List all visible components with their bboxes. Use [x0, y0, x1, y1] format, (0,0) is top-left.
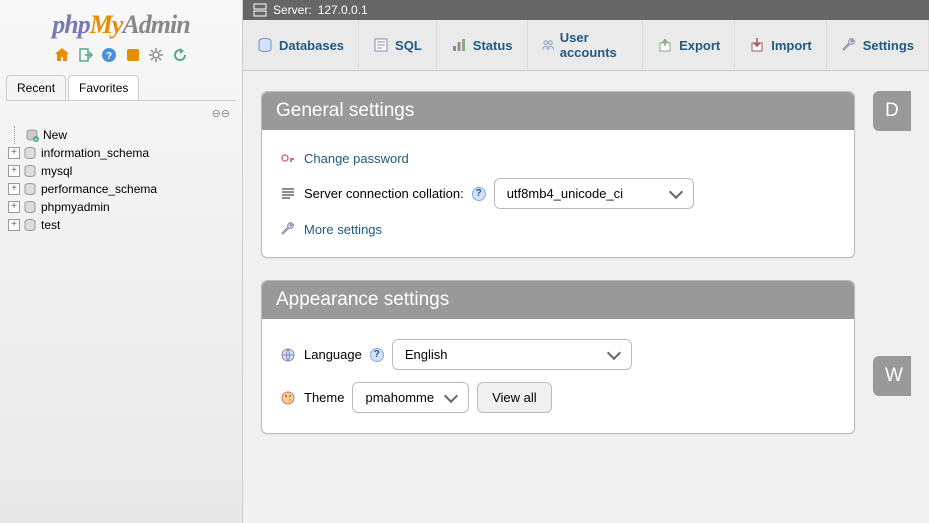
new-db-icon: +	[25, 128, 39, 142]
import-icon	[749, 37, 765, 53]
change-password-link[interactable]: Change password	[304, 151, 409, 166]
appearance-settings-panel: Appearance settings Language ? English T…	[261, 280, 855, 434]
sql-icon	[373, 37, 389, 53]
nav-sql[interactable]: SQL	[359, 20, 437, 70]
collation-icon	[280, 186, 296, 202]
main-area: Server: 127.0.0.1 Databases SQL Status U…	[243, 0, 929, 523]
language-label: Language	[304, 347, 362, 362]
breadcrumb-server-value: 127.0.0.1	[318, 3, 368, 17]
database-icon	[23, 146, 37, 160]
expand-icon[interactable]: +	[8, 201, 20, 213]
tree-db-phpmyadmin[interactable]: + phpmyadmin	[8, 198, 234, 216]
nav-export[interactable]: Export	[643, 20, 735, 70]
server-icon	[253, 3, 267, 17]
help-icon[interactable]: ?	[472, 187, 486, 201]
side-panel-d[interactable]: D	[873, 91, 911, 131]
expand-icon[interactable]: +	[8, 165, 20, 177]
general-settings-panel: General settings Change password Server …	[261, 91, 855, 258]
home-icon[interactable]	[54, 47, 70, 63]
expand-icon[interactable]: +	[8, 219, 20, 231]
tree-db-label: mysql	[41, 164, 72, 178]
reload-icon[interactable]	[172, 47, 188, 63]
database-icon	[23, 182, 37, 196]
appearance-settings-title: Appearance settings	[262, 281, 854, 319]
nav-status[interactable]: Status	[437, 20, 528, 70]
nav-databases[interactable]: Databases	[243, 20, 359, 70]
tree-db-mysql[interactable]: + mysql	[8, 162, 234, 180]
tab-favorites[interactable]: Favorites	[68, 75, 139, 100]
nav-user-accounts[interactable]: User accounts	[528, 20, 644, 70]
nav-import[interactable]: Import	[735, 20, 826, 70]
sidebar-toolbar: ?	[0, 42, 242, 67]
theme-label: Theme	[304, 390, 344, 405]
tree-new[interactable]: + New	[25, 126, 234, 144]
tree-new-label: New	[43, 128, 67, 142]
sql-icon[interactable]	[125, 47, 141, 63]
help-icon[interactable]: ?	[370, 348, 384, 362]
general-settings-title: General settings	[262, 92, 854, 130]
status-icon	[451, 37, 467, 53]
svg-text:?: ?	[106, 51, 112, 62]
theme-icon	[280, 390, 296, 406]
gear-icon[interactable]	[148, 47, 164, 63]
language-select[interactable]: English	[392, 339, 632, 370]
export-icon	[657, 37, 673, 53]
tree-db-label: performance_schema	[41, 182, 157, 196]
breadcrumb-server-label: Server:	[273, 3, 312, 17]
expand-icon[interactable]: +	[8, 147, 20, 159]
sidebar-tabs: Recent Favorites	[6, 75, 236, 101]
collapse-icon[interactable]: ⊖⊖	[0, 101, 242, 122]
nav-settings[interactable]: Settings	[827, 20, 929, 70]
theme-select[interactable]: pmahomme	[352, 382, 469, 413]
top-nav: Databases SQL Status User accounts Expor…	[243, 20, 929, 71]
tree-db-information_schema[interactable]: + information_schema	[8, 144, 234, 162]
docs-icon[interactable]: ?	[101, 47, 117, 63]
tab-recent[interactable]: Recent	[6, 75, 66, 100]
database-icon	[23, 218, 37, 232]
language-icon	[280, 347, 296, 363]
database-icon	[23, 200, 37, 214]
databases-icon	[257, 37, 273, 53]
tree-db-test[interactable]: + test	[8, 216, 234, 234]
logo[interactable]: phpMyAdmin	[0, 5, 242, 42]
collation-label: Server connection collation:	[304, 186, 464, 201]
expand-icon[interactable]: +	[8, 183, 20, 195]
database-icon	[23, 164, 37, 178]
tree-db-label: information_schema	[41, 146, 149, 160]
svg-text:+: +	[34, 137, 38, 142]
collation-select[interactable]: utf8mb4_unicode_ci	[494, 178, 694, 209]
tree-db-label: test	[41, 218, 60, 232]
more-settings-link[interactable]: More settings	[304, 222, 382, 237]
database-tree: + New +information_schema+mysql+performa…	[0, 122, 242, 238]
wrench-icon	[280, 221, 296, 237]
sidebar: phpMyAdmin ? Recent Favorites ⊖⊖ + New +…	[0, 0, 243, 523]
tree-db-performance_schema[interactable]: + performance_schema	[8, 180, 234, 198]
view-all-button[interactable]: View all	[477, 382, 552, 413]
password-icon	[280, 150, 296, 166]
side-panel-w[interactable]: W	[873, 356, 911, 396]
logout-icon[interactable]	[78, 47, 94, 63]
wrench-icon	[841, 37, 857, 53]
users-icon	[542, 37, 554, 53]
tree-db-label: phpmyadmin	[41, 200, 110, 214]
breadcrumb: Server: 127.0.0.1	[243, 0, 929, 20]
